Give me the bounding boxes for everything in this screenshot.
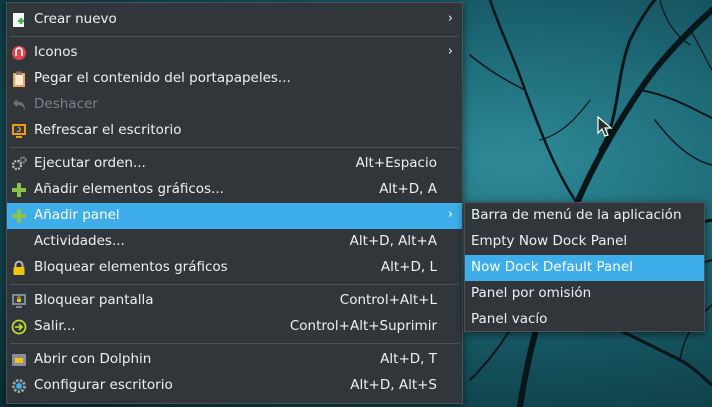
chevron-right-icon: › — [447, 207, 453, 222]
submenu-item-label: Empty Now Dock Panel — [471, 233, 628, 249]
menu-item-undo[interactable]: Deshacer — [7, 92, 462, 118]
menu-item-logout[interactable]: Salir... Control+Alt+Suprimir — [7, 314, 462, 340]
submenu-item-empty-now-dock-panel[interactable]: Empty Now Dock Panel — [465, 229, 704, 255]
menu-item-shortcut: Alt+D, L — [380, 259, 437, 275]
menu-item-add-panel[interactable]: Añadir panel › — [7, 203, 462, 229]
run-command-icon — [11, 156, 27, 172]
lock-screen-icon — [11, 293, 27, 309]
icons-icon — [11, 45, 27, 61]
add-panel-icon — [11, 208, 27, 224]
menu-item-label: Añadir panel — [34, 207, 120, 223]
submenu-item-now-dock-default-panel[interactable]: Now Dock Default Panel — [465, 255, 704, 281]
submenu-item-label: Panel por omisión — [471, 285, 592, 301]
settings-icon — [11, 378, 27, 394]
menu-item-refresh-desktop[interactable]: Refrescar el escritorio — [7, 118, 462, 144]
submenu-item-default-panel[interactable]: Panel por omisión — [465, 281, 704, 307]
submenu-item-app-menu-bar[interactable]: Barra de menú de la aplicación — [465, 203, 704, 229]
menu-item-label: Bloquear elementos gráficos — [34, 259, 228, 275]
menu-item-label: Configurar escritorio — [34, 377, 173, 393]
menu-item-shortcut: Alt+D, Alt+S — [350, 377, 437, 393]
menu-item-shortcut: Alt+D, T — [380, 351, 437, 367]
menu-item-shortcut: Control+Alt+Suprimir — [289, 318, 437, 334]
add-panel-submenu: Barra de menú de la aplicación Empty Now… — [464, 202, 705, 332]
new-document-icon — [11, 12, 27, 28]
menu-item-label: Bloquear pantalla — [34, 292, 154, 308]
menu-item-shortcut: Alt+D, Alt+A — [349, 233, 437, 249]
menu-item-paste[interactable]: Pegar el contenido del portapapeles... — [7, 66, 462, 92]
lock-icon — [11, 260, 27, 276]
menu-item-label: Deshacer — [34, 96, 98, 112]
menu-item-label: Pegar el contenido del portapapeles... — [34, 70, 291, 86]
menu-separator — [10, 343, 459, 344]
menu-item-icons[interactable]: Iconos › — [7, 40, 462, 66]
submenu-item-label: Now Dock Default Panel — [471, 259, 633, 275]
menu-item-shortcut: Alt+D, A — [379, 181, 437, 197]
add-widgets-icon — [11, 182, 27, 198]
logout-icon — [11, 319, 27, 335]
menu-item-label: Crear nuevo — [34, 11, 117, 27]
undo-icon — [11, 97, 27, 113]
menu-item-create-new[interactable]: Crear nuevo › — [7, 7, 462, 33]
menu-item-label: Actividades... — [34, 233, 125, 249]
refresh-desktop-icon — [11, 123, 27, 139]
menu-item-label: Salir... — [34, 318, 76, 334]
menu-item-open-dolphin[interactable]: Abrir con Dolphin Alt+D, T — [7, 347, 462, 373]
menu-item-run-command[interactable]: Ejecutar orden... Alt+Espacio — [7, 151, 462, 177]
menu-item-label: Añadir elementos gráficos... — [34, 181, 224, 197]
mouse-pointer-icon — [597, 115, 613, 142]
menu-item-lock-screen[interactable]: Bloquear pantalla Control+Alt+L — [7, 288, 462, 314]
menu-item-shortcut: Alt+Espacio — [355, 155, 437, 171]
menu-item-lock-widgets[interactable]: Bloquear elementos gráficos Alt+D, L — [7, 255, 462, 281]
desktop-context-menu: Crear nuevo › Iconos › Pegar el contenid… — [6, 2, 463, 404]
chevron-right-icon: › — [447, 11, 453, 26]
menu-item-label: Refrescar el escritorio — [34, 122, 182, 138]
menu-separator — [10, 36, 459, 37]
folder-icon — [11, 352, 27, 368]
menu-item-label: Ejecutar orden... — [34, 155, 146, 171]
chevron-right-icon: › — [447, 44, 453, 59]
paste-icon — [11, 71, 27, 87]
menu-item-activities[interactable]: Actividades... Alt+D, Alt+A — [7, 229, 462, 255]
menu-item-shortcut: Control+Alt+L — [339, 292, 437, 308]
menu-separator — [10, 284, 459, 285]
menu-separator — [10, 147, 459, 148]
menu-item-add-widgets[interactable]: Añadir elementos gráficos... Alt+D, A — [7, 177, 462, 203]
submenu-item-label: Barra de menú de la aplicación — [471, 207, 682, 223]
activities-icon — [11, 234, 27, 250]
menu-item-configure-desktop[interactable]: Configurar escritorio Alt+D, Alt+S — [7, 373, 462, 399]
menu-item-label: Iconos — [34, 44, 78, 60]
submenu-item-label: Panel vacío — [471, 311, 548, 327]
menu-item-label: Abrir con Dolphin — [34, 351, 152, 367]
submenu-item-empty-panel[interactable]: Panel vacío — [465, 307, 704, 333]
